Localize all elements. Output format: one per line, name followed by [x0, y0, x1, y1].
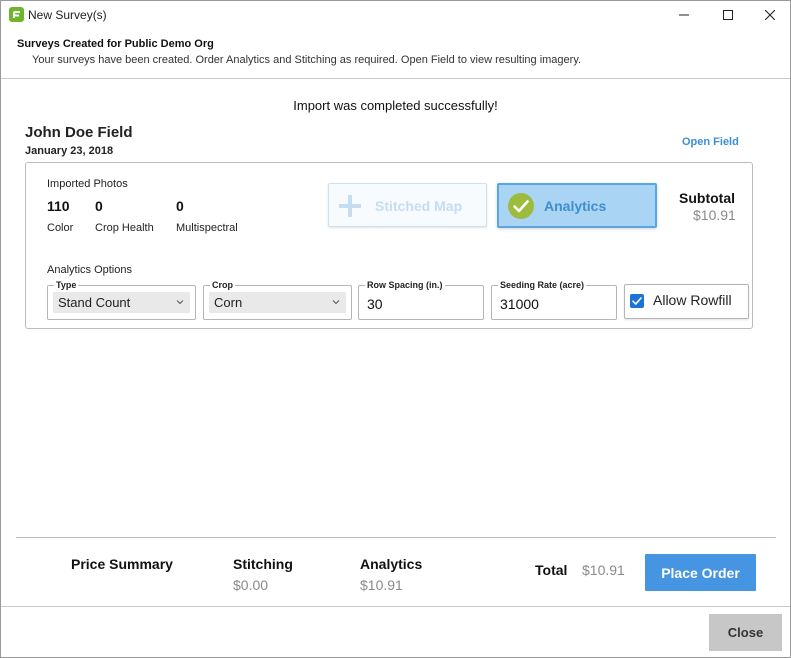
- photo-label-multispectral: Multispectral: [176, 222, 238, 234]
- type-legend: Type: [54, 280, 79, 291]
- chevron-down-icon: [176, 300, 184, 305]
- maximize-button[interactable]: [706, 1, 750, 29]
- summary-divider: [16, 537, 776, 538]
- type-select[interactable]: Stand Count: [53, 292, 190, 313]
- close-icon: [765, 10, 775, 20]
- header-title: Surveys Created for Public Demo Org: [17, 38, 214, 50]
- field-name: John Doe Field: [25, 124, 133, 141]
- photo-count-crop-health: 0: [95, 198, 103, 214]
- analytics-label: Analytics: [544, 198, 607, 214]
- app-logo-icon: [9, 7, 24, 22]
- row-spacing-legend: Row Spacing (in.): [365, 280, 445, 291]
- allow-rowfill-toggle[interactable]: Allow Rowfill: [624, 284, 749, 319]
- row-spacing-input[interactable]: [367, 296, 467, 312]
- analytics-options-title: Analytics Options: [47, 264, 132, 276]
- photo-count-multispectral: 0: [176, 198, 184, 214]
- row-spacing-field: Row Spacing (in.): [358, 280, 484, 320]
- analytics-price-value: $10.91: [360, 577, 403, 593]
- minimize-button[interactable]: [662, 1, 706, 29]
- analytics-button[interactable]: Analytics: [497, 183, 657, 228]
- checkmark-icon: [632, 297, 642, 305]
- survey-panel: Imported Photos 110 Color 0 Crop Health …: [25, 162, 753, 329]
- open-field-link[interactable]: Open Field: [682, 136, 739, 148]
- photo-count-color: 110: [47, 198, 70, 214]
- check-circle-icon: [508, 193, 534, 219]
- allow-rowfill-label: Allow Rowfill: [653, 292, 732, 308]
- photo-label-crop-health: Crop Health: [95, 222, 154, 234]
- seeding-rate-legend: Seeding Rate (acre): [498, 280, 587, 291]
- title-bar: New Survey(s): [1, 1, 790, 29]
- seeding-rate-field: Seeding Rate (acre): [491, 280, 617, 320]
- footer-divider: [1, 606, 790, 607]
- crop-field: Crop Corn: [203, 280, 352, 320]
- close-window-button[interactable]: [748, 1, 791, 29]
- total-label: Total: [535, 562, 568, 578]
- type-field: Type Stand Count: [47, 280, 196, 320]
- imported-photos-title: Imported Photos: [47, 178, 128, 190]
- crop-value: Corn: [214, 295, 243, 310]
- dialog-header: Surveys Created for Public Demo Org Your…: [1, 29, 790, 79]
- photo-label-color: Color: [47, 222, 74, 234]
- subtotal-value: $10.91: [693, 207, 736, 223]
- new-survey-window: New Survey(s) Surveys Created for Public…: [0, 0, 791, 658]
- total-value: $10.91: [582, 562, 625, 578]
- crop-legend: Crop: [210, 280, 235, 291]
- type-value: Stand Count: [58, 295, 131, 310]
- seeding-rate-input[interactable]: [500, 296, 600, 312]
- stitching-price-label: Stitching: [233, 556, 293, 572]
- survey-date: January 23, 2018: [25, 145, 114, 157]
- place-order-button[interactable]: Place Order: [645, 554, 756, 591]
- stitching-price-value: $0.00: [233, 577, 269, 593]
- close-button[interactable]: Close: [709, 614, 782, 651]
- window-title: New Survey(s): [28, 8, 107, 22]
- analytics-price-label: Analytics: [360, 556, 423, 572]
- chevron-down-icon: [332, 300, 340, 305]
- import-status-message: Import was completed successfully!: [293, 98, 498, 113]
- crop-select[interactable]: Corn: [209, 292, 346, 313]
- subtotal-label: Subtotal: [679, 190, 735, 206]
- maximize-icon: [723, 10, 733, 20]
- minimize-icon: [679, 14, 689, 16]
- header-subtitle: Your surveys have been created. Order An…: [32, 54, 582, 66]
- stitched-map-button[interactable]: Stitched Map: [328, 183, 487, 227]
- plus-icon: [339, 195, 361, 217]
- price-summary-title: Price Summary: [71, 556, 173, 572]
- stitched-map-label: Stitched Map: [375, 198, 463, 214]
- header-divider: [1, 78, 790, 79]
- allow-rowfill-checkbox[interactable]: [630, 294, 644, 308]
